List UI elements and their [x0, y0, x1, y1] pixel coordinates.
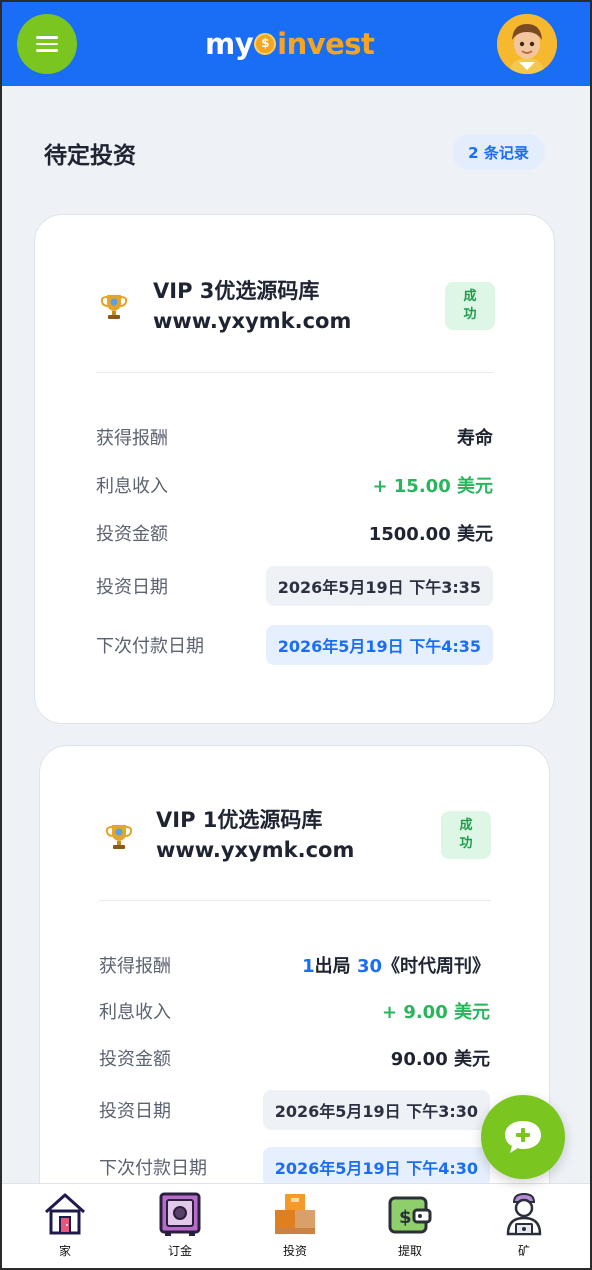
next-payment-label: 下次付款日期 — [96, 636, 204, 657]
record-count-badge: 2 条记录 — [452, 134, 545, 170]
app-header: my invest — [0, 0, 592, 86]
investment-date: 2026年5月19日 下午3:30 — [262, 1090, 490, 1130]
bottom-navigation: 家 订金 投资 $ 提取 矿 — [0, 1183, 592, 1270]
reward-label: 获得报酬 — [96, 428, 168, 449]
nav-label: 订金 — [167, 1244, 192, 1258]
nav-label: 提取 — [397, 1244, 422, 1258]
next-payment-date: 2026年5月19日 下午4:30 — [262, 1147, 490, 1187]
divider — [99, 900, 491, 901]
nav-label: 矿 — [517, 1244, 530, 1258]
reward-label: 获得报酬 — [99, 956, 171, 977]
status-badge: 成功 — [441, 811, 491, 859]
next-payment-date: 2026年5月19日 下午4:35 — [265, 625, 493, 665]
logo[interactable]: my invest — [205, 24, 375, 64]
reward-value: 寿命 — [457, 428, 493, 449]
interest-value: + 9.00 美元 — [381, 1002, 490, 1023]
amount-value: 1500.00 美元 — [368, 524, 493, 545]
chat-plus-icon — [505, 1121, 541, 1153]
hamburger-icon — [36, 36, 58, 39]
investment-date: 2026年5月19日 下午3:35 — [265, 566, 493, 606]
menu-button[interactable] — [17, 14, 77, 74]
nav-item-withdraw[interactable]: $ 提取 — [370, 1190, 450, 1265]
miner-icon — [506, 1192, 542, 1236]
nav-item-invest[interactable]: 投资 — [255, 1190, 335, 1265]
status-badge: 成功 — [445, 282, 495, 330]
date-label: 投资日期 — [96, 577, 168, 598]
svg-text:$: $ — [399, 1207, 412, 1228]
chat-button[interactable] — [481, 1095, 565, 1179]
nav-item-deposit[interactable]: 订金 — [140, 1190, 220, 1265]
avatar-icon — [497, 14, 557, 74]
boxes-icon — [275, 1194, 315, 1234]
nav-label: 家 — [58, 1244, 71, 1258]
interest-label: 利息收入 — [99, 1002, 171, 1023]
interest-label: 利息收入 — [96, 476, 168, 497]
amount-label: 投资金额 — [96, 524, 168, 545]
nav-item-home[interactable]: 家 — [25, 1190, 105, 1265]
divider — [96, 372, 494, 373]
investment-card: VIP 3优选源码库 www.yxymk.com 成功 获得报酬 寿命 利息收入… — [34, 214, 555, 724]
trophy-icon — [105, 825, 133, 849]
amount-value: 90.00 美元 — [390, 1049, 490, 1070]
plan-title: VIP 1优选源码库 www.yxymk.com — [156, 808, 355, 862]
amount-label: 投资金额 — [99, 1049, 171, 1070]
plan-title: VIP 3优选源码库 www.yxymk.com — [153, 279, 352, 333]
interest-value: + 15.00 美元 — [372, 476, 493, 497]
nav-label: 投资 — [282, 1244, 307, 1258]
reward-value: 1出局 30《时代周刊》 — [302, 956, 490, 977]
nav-item-mine[interactable]: 矿 — [484, 1190, 564, 1265]
date-label: 投资日期 — [99, 1101, 171, 1122]
trophy-icon — [100, 295, 128, 319]
safe-icon — [159, 1192, 201, 1236]
next-payment-label: 下次付款日期 — [99, 1158, 207, 1179]
home-icon — [44, 1193, 86, 1235]
wallet-icon: $ — [388, 1196, 432, 1234]
avatar[interactable] — [497, 14, 557, 74]
coin-icon — [254, 33, 277, 55]
page-title: 待定投资 — [44, 143, 136, 169]
